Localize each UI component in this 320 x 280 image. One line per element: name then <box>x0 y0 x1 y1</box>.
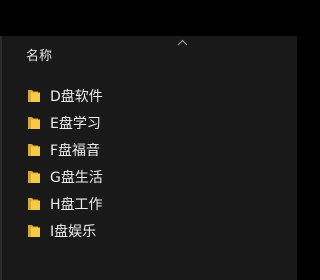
file-name: I盘娱乐 <box>50 223 97 240</box>
file-name: F盘福音 <box>50 142 101 159</box>
list-item[interactable]: I盘娱乐 <box>26 217 276 244</box>
file-name: G盘生活 <box>50 169 103 186</box>
list-item[interactable]: H盘工作 <box>26 190 276 217</box>
name-column-header[interactable]: 名称 <box>26 47 52 67</box>
list-item[interactable]: E盘学习 <box>26 109 276 136</box>
list-item[interactable]: D盘软件 <box>26 82 276 109</box>
folder-icon <box>28 197 40 210</box>
chevron-up-icon[interactable] <box>177 39 188 46</box>
folder-icon <box>28 224 40 237</box>
list-item[interactable]: G盘生活 <box>26 163 276 190</box>
file-list: D盘软件 E盘学习 F盘福音 G盘生活 H盘工作 I盘娱乐 <box>26 82 276 244</box>
folder-icon <box>28 143 40 156</box>
window-top-strip <box>0 0 297 36</box>
folder-icon <box>28 89 40 102</box>
file-name: H盘工作 <box>50 196 103 213</box>
folder-icon <box>28 116 40 129</box>
file-name: E盘学习 <box>50 115 101 132</box>
file-name: D盘软件 <box>50 88 103 105</box>
folder-icon <box>28 170 40 183</box>
list-item[interactable]: F盘福音 <box>26 136 276 163</box>
